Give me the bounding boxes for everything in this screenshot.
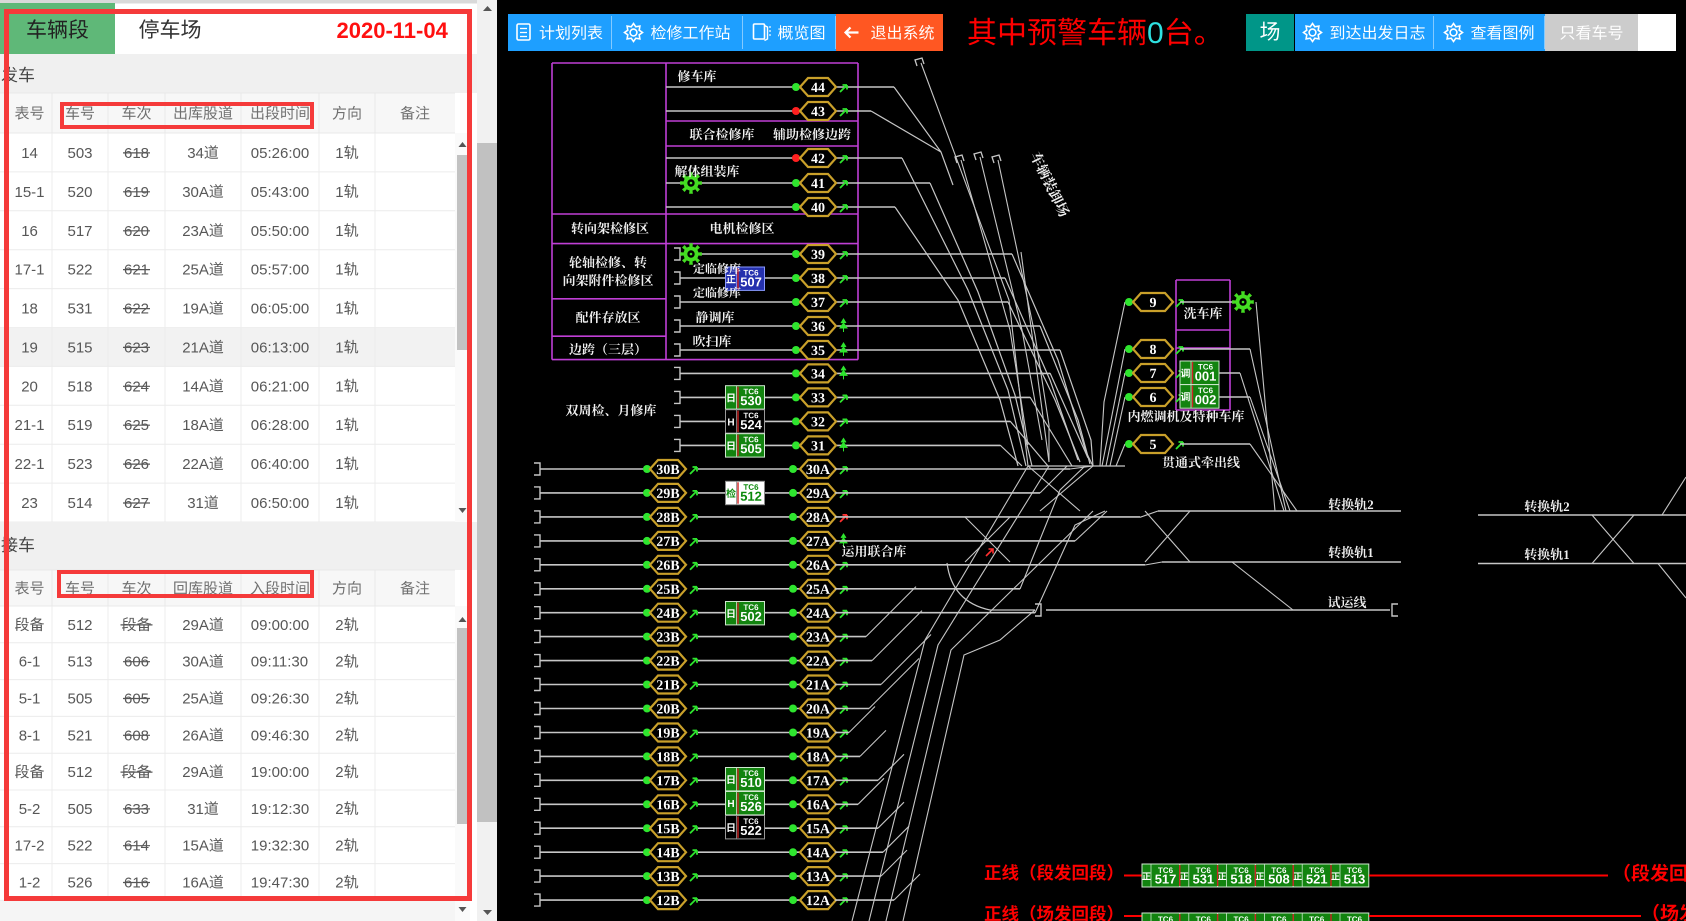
- svg-text:21A: 21A: [182, 339, 209, 356]
- svg-text:2: 2: [335, 764, 343, 781]
- svg-text:1: 1: [335, 495, 343, 512]
- svg-text:522: 522: [68, 262, 93, 279]
- svg-text:H: H: [727, 417, 734, 428]
- svg-text:09:26:30: 09:26:30: [251, 691, 309, 708]
- svg-text:18A: 18A: [182, 417, 209, 434]
- svg-text:16A: 16A: [182, 875, 209, 892]
- svg-text:18: 18: [21, 301, 38, 318]
- svg-text:09:00:00: 09:00:00: [251, 617, 309, 634]
- svg-text:503: 503: [68, 145, 93, 162]
- svg-text:2: 2: [335, 691, 343, 708]
- svg-text:23A: 23A: [182, 223, 209, 240]
- svg-text:06:05:00: 06:05:00: [251, 301, 309, 318]
- svg-text:526: 526: [68, 875, 93, 892]
- svg-text:1: 1: [335, 262, 343, 279]
- svg-text:1: 1: [335, 301, 343, 318]
- svg-text:1: 1: [335, 145, 343, 162]
- svg-text:19:32:30: 19:32:30: [251, 838, 309, 855]
- svg-text:25A: 25A: [182, 691, 209, 708]
- svg-text:29A: 29A: [182, 617, 209, 634]
- svg-text:05:50:00: 05:50:00: [251, 223, 309, 240]
- svg-text:H: H: [727, 799, 734, 810]
- svg-text:1: 1: [335, 378, 343, 395]
- svg-text:23: 23: [21, 495, 38, 512]
- svg-text:5-1: 5-1: [19, 691, 41, 708]
- svg-text:19: 19: [21, 339, 38, 356]
- svg-text:518: 518: [68, 378, 93, 395]
- svg-text:31: 31: [187, 495, 204, 512]
- svg-text:16: 16: [21, 223, 38, 240]
- svg-text:31: 31: [187, 801, 204, 818]
- svg-text:19:12:30: 19:12:30: [251, 801, 309, 818]
- svg-text:05:26:00: 05:26:00: [251, 145, 309, 162]
- svg-text:531: 531: [68, 301, 93, 318]
- svg-text:2: 2: [335, 801, 343, 818]
- svg-text:514: 514: [68, 495, 93, 512]
- svg-text:14: 14: [21, 145, 38, 162]
- svg-text:15-1: 15-1: [15, 184, 45, 201]
- svg-text:06:21:00: 06:21:00: [251, 378, 309, 395]
- svg-text:05:43:00: 05:43:00: [251, 184, 309, 201]
- svg-text:29A: 29A: [182, 764, 209, 781]
- svg-text:512: 512: [68, 764, 93, 781]
- svg-text:06:50:00: 06:50:00: [251, 495, 309, 512]
- svg-text:19A: 19A: [182, 301, 209, 318]
- svg-text:2: 2: [335, 654, 343, 671]
- svg-text:8-1: 8-1: [19, 727, 41, 744]
- svg-text:512: 512: [68, 617, 93, 634]
- svg-text:17-1: 17-1: [15, 262, 45, 279]
- svg-text:06:40:00: 06:40:00: [251, 456, 309, 473]
- svg-text:2: 2: [335, 875, 343, 892]
- svg-text:09:11:30: 09:11:30: [251, 654, 308, 671]
- svg-text:30A: 30A: [182, 184, 209, 201]
- svg-text:2: 2: [335, 727, 343, 744]
- svg-text:1: 1: [335, 184, 343, 201]
- svg-text:513: 513: [68, 654, 93, 671]
- svg-text:09:46:30: 09:46:30: [251, 727, 309, 744]
- svg-text:1: 1: [335, 417, 343, 434]
- svg-text:15A: 15A: [182, 838, 209, 855]
- svg-text:6-1: 6-1: [19, 654, 41, 671]
- svg-text:17-2: 17-2: [15, 838, 45, 855]
- svg-text:517: 517: [68, 223, 93, 240]
- svg-text:522: 522: [68, 838, 93, 855]
- svg-text:1: 1: [335, 223, 343, 240]
- svg-text:06:13:00: 06:13:00: [251, 339, 309, 356]
- svg-text:1-2: 1-2: [19, 875, 41, 892]
- svg-text:05:57:00: 05:57:00: [251, 262, 309, 279]
- svg-text:1: 1: [335, 456, 343, 473]
- svg-text:519: 519: [68, 417, 93, 434]
- svg-text:21-1: 21-1: [15, 417, 45, 434]
- svg-text:505: 505: [68, 691, 93, 708]
- svg-text:2: 2: [335, 838, 343, 855]
- svg-text:515: 515: [68, 339, 93, 356]
- svg-text:22A: 22A: [182, 456, 209, 473]
- svg-text:22-1: 22-1: [15, 456, 45, 473]
- svg-text:25A: 25A: [182, 262, 209, 279]
- svg-text:19:00:00: 19:00:00: [251, 764, 309, 781]
- svg-text:1: 1: [335, 339, 343, 356]
- svg-text:19:47:30: 19:47:30: [251, 875, 309, 892]
- svg-text:523: 523: [68, 456, 93, 473]
- svg-text:2020-11-04: 2020-11-04: [337, 18, 449, 43]
- svg-text:20: 20: [21, 378, 38, 395]
- svg-text:34: 34: [187, 145, 204, 162]
- svg-text:521: 521: [68, 727, 93, 744]
- svg-text:5-2: 5-2: [19, 801, 41, 818]
- svg-text:505: 505: [68, 801, 93, 818]
- svg-text:14A: 14A: [182, 378, 209, 395]
- svg-text:30A: 30A: [182, 654, 209, 671]
- svg-text:520: 520: [68, 184, 93, 201]
- svg-text:2: 2: [335, 617, 343, 634]
- svg-text:06:28:00: 06:28:00: [251, 417, 309, 434]
- svg-text:26A: 26A: [182, 727, 209, 744]
